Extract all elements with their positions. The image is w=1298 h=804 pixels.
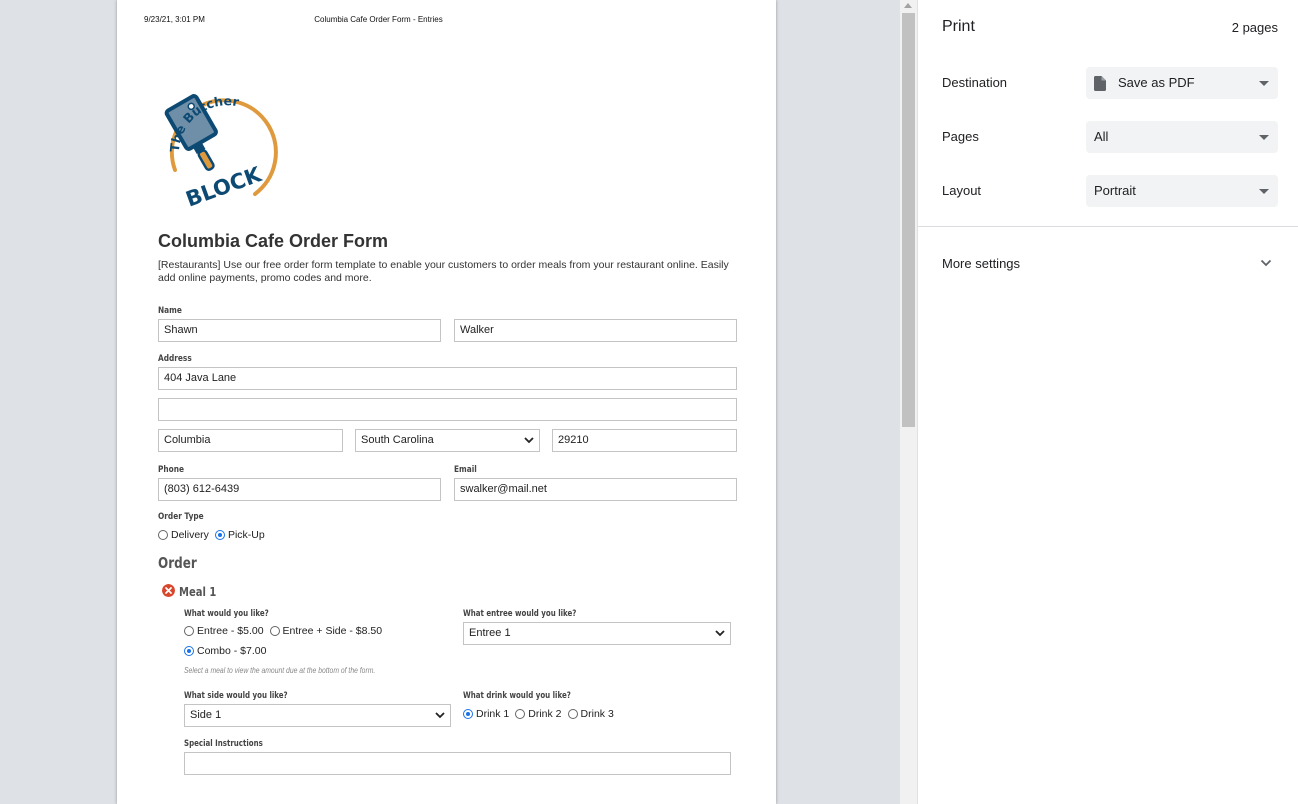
- first-name-input[interactable]: Shawn: [158, 319, 441, 342]
- order-type-delivery[interactable]: Delivery: [158, 529, 209, 541]
- layout-value: Portrait: [1094, 183, 1136, 198]
- radio-label: Pick-Up: [227, 529, 265, 541]
- address-label: Address: [158, 354, 192, 364]
- radio-label: Drink 2: [528, 708, 562, 720]
- meal-question: What would you like?: [184, 609, 269, 619]
- last-name-input[interactable]: Walker: [454, 319, 737, 342]
- email-input[interactable]: swalker@mail.net: [454, 478, 737, 501]
- dropdown-arrow-icon: [1259, 135, 1269, 140]
- radio-button[interactable]: [567, 709, 578, 719]
- panel-divider: [918, 226, 1298, 227]
- entree-question: What entree would you like?: [463, 609, 577, 619]
- chevron-down-icon: [435, 712, 445, 719]
- phone-input[interactable]: (803) 612-6439: [158, 478, 441, 501]
- email-label: Email: [454, 465, 477, 475]
- more-settings-toggle[interactable]: More settings: [942, 256, 1020, 271]
- preview-scrollbar-thumb[interactable]: [902, 13, 915, 427]
- entree-select-value: Entree 1: [469, 627, 511, 639]
- radio-button[interactable]: [158, 530, 168, 540]
- special-instructions-input[interactable]: [184, 752, 731, 775]
- radio-label: Entree - $5.00: [197, 625, 264, 637]
- address-line2-input[interactable]: [158, 398, 737, 421]
- page-header-title: Columbia Cafe Order Form - Entries: [314, 15, 443, 24]
- side-select-value: Side 1: [190, 709, 222, 721]
- meal-title: Meal 1: [179, 584, 217, 599]
- radio-label: Drink 1: [476, 708, 510, 720]
- instructions-label: Special Instructions: [184, 739, 263, 749]
- pages-label: Pages: [942, 129, 979, 144]
- order-type-label: Order Type: [158, 512, 204, 522]
- zip-input[interactable]: 29210: [552, 429, 737, 452]
- dropdown-arrow-icon: [1259, 81, 1269, 86]
- order-type-group: Delivery Pick-Up: [158, 529, 271, 541]
- state-select-value: South Carolina: [361, 434, 434, 446]
- meal-option-entree-side[interactable]: Entree + Side - $8.50: [269, 625, 383, 637]
- destination-label: Destination: [942, 75, 1008, 90]
- chevron-down-icon: [524, 437, 534, 444]
- layout-label: Layout: [942, 183, 982, 198]
- pages-value: All: [1094, 129, 1109, 144]
- drink-options: Drink 1 Drink 2 Drink 3: [463, 708, 620, 720]
- drink-question: What drink would you like?: [463, 691, 571, 701]
- order-heading: Order: [158, 554, 197, 572]
- state-select[interactable]: South Carolina: [355, 429, 540, 452]
- radio-button[interactable]: [184, 646, 194, 656]
- destination-select[interactable]: Save as PDF: [1086, 67, 1278, 99]
- form-description: [Restaurants] Use our free order form te…: [158, 259, 729, 284]
- print-settings-panel: Print 2 pages Destination Save as PDF Pa…: [918, 0, 1298, 804]
- order-type-pickup[interactable]: Pick-Up: [214, 529, 265, 541]
- butcher-block-logo: The Butcher BLOCK: [164, 93, 278, 208]
- page-count: 2 pages: [1231, 20, 1278, 35]
- scroll-up-arrow-icon[interactable]: [904, 3, 912, 8]
- meal-option-combo[interactable]: Combo - $7.00: [184, 645, 266, 657]
- radio-button[interactable]: [214, 530, 225, 540]
- radio-label: Entree + Side - $8.50: [282, 625, 383, 637]
- meal-option-entree[interactable]: Entree - $5.00: [184, 625, 264, 637]
- print-title: Print: [942, 18, 975, 35]
- pages-select[interactable]: All: [1086, 121, 1278, 153]
- radio-button[interactable]: [463, 709, 473, 719]
- drink-option-3[interactable]: Drink 3: [567, 708, 614, 720]
- city-input[interactable]: Columbia: [158, 429, 343, 452]
- destination-value: Save as PDF: [1118, 75, 1195, 90]
- chevron-down-icon: [715, 630, 725, 637]
- radio-label: Combo - $7.00: [197, 645, 267, 657]
- meal-options-row2: Combo - $7.00: [184, 645, 272, 657]
- logo-text-bottom: BLOCK: [183, 162, 265, 208]
- side-select[interactable]: Side 1: [184, 704, 451, 727]
- radio-label: Delivery: [171, 529, 209, 541]
- drink-option-1[interactable]: Drink 1: [463, 708, 509, 720]
- entree-select[interactable]: Entree 1: [463, 622, 731, 645]
- remove-meal-icon[interactable]: [162, 584, 175, 597]
- meal-hint: Select a meal to view the amount due at …: [184, 666, 376, 675]
- address-line1-input[interactable]: 404 Java Lane: [158, 367, 737, 390]
- chevron-down-icon[interactable]: [1260, 259, 1272, 267]
- preview-page: 9/23/21, 3:01 PM Columbia Cafe Order For…: [117, 0, 776, 804]
- radio-button[interactable]: [184, 626, 194, 636]
- dropdown-arrow-icon: [1259, 189, 1269, 194]
- name-label: Name: [158, 306, 182, 316]
- radio-label: Drink 3: [580, 708, 614, 720]
- radio-button[interactable]: [269, 626, 280, 636]
- form-title: Columbia Cafe Order Form: [158, 231, 389, 251]
- print-preview-area: 9/23/21, 3:01 PM Columbia Cafe Order For…: [0, 0, 900, 804]
- meal-options-row1: Entree - $5.00 Entree + Side - $8.50: [184, 625, 388, 637]
- side-question: What side would you like?: [184, 691, 288, 701]
- drink-option-2[interactable]: Drink 2: [515, 708, 562, 720]
- phone-label: Phone: [158, 465, 184, 475]
- document-icon: [1094, 76, 1106, 91]
- layout-select[interactable]: Portrait: [1086, 175, 1278, 207]
- radio-button[interactable]: [515, 709, 526, 719]
